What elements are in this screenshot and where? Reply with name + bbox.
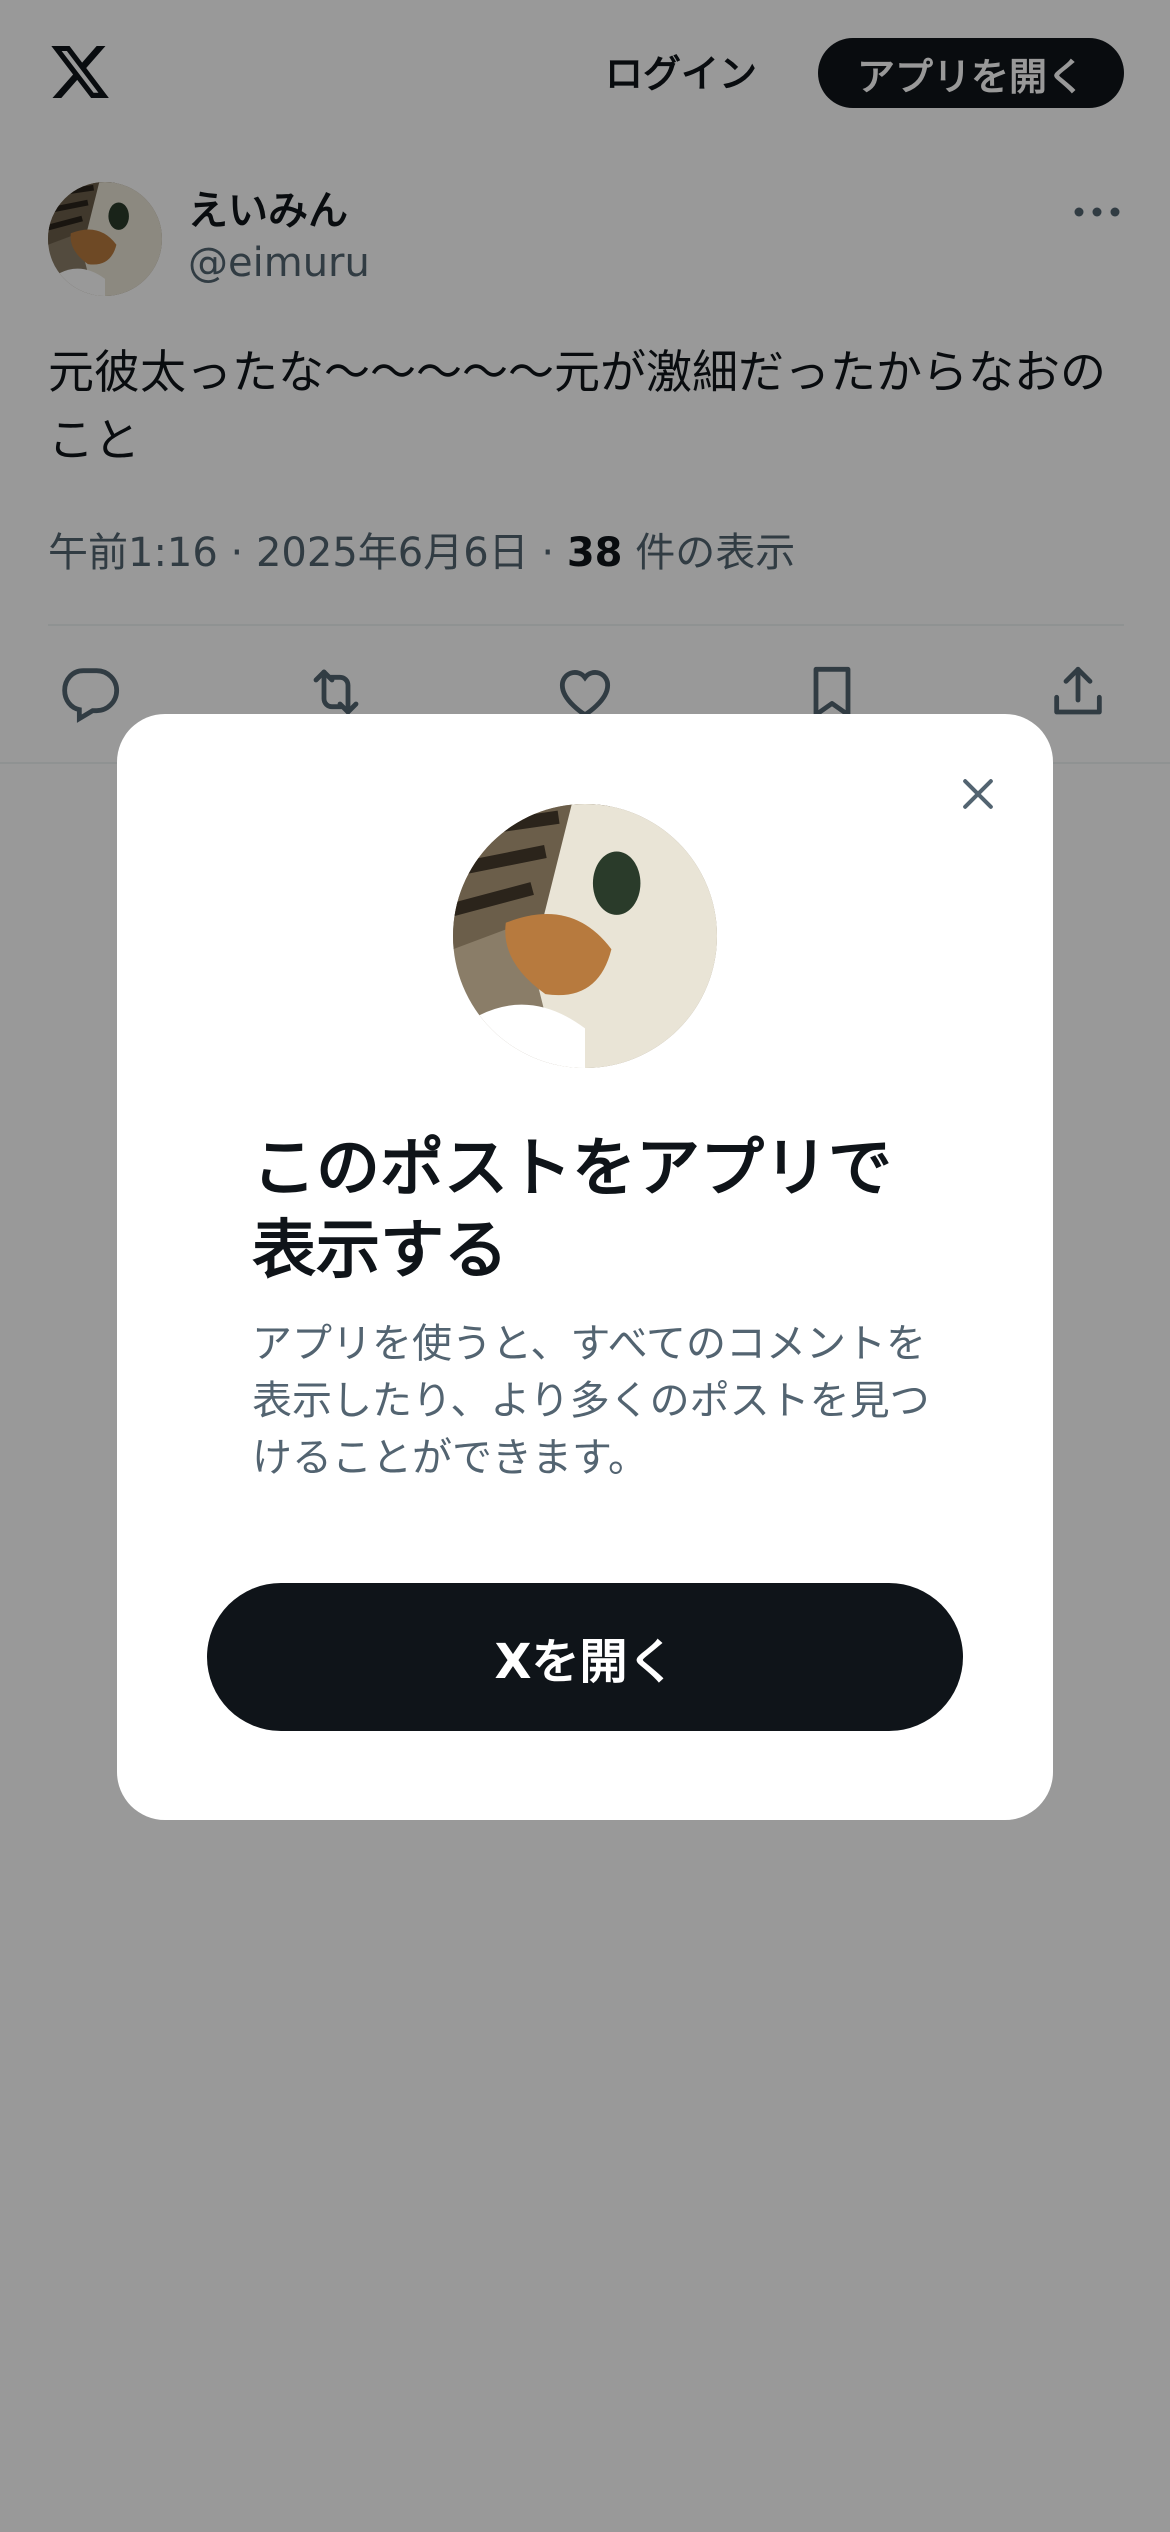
close-icon[interactable]	[940, 756, 1016, 832]
modal-description: アプリを使うと、すべてのコメントを表示したり、より多くのポストを見つけることがで…	[252, 1321, 930, 1481]
modal-title: このポストをアプリで表示する	[252, 1132, 892, 1288]
page: ログイン アプリを開く えいみん @eimuru 元彼太ったな〜〜〜〜〜元が激細…	[0, 0, 1170, 2532]
open-x-button[interactable]: Xを開く	[207, 1583, 963, 1731]
modal-avatar	[453, 804, 717, 1068]
